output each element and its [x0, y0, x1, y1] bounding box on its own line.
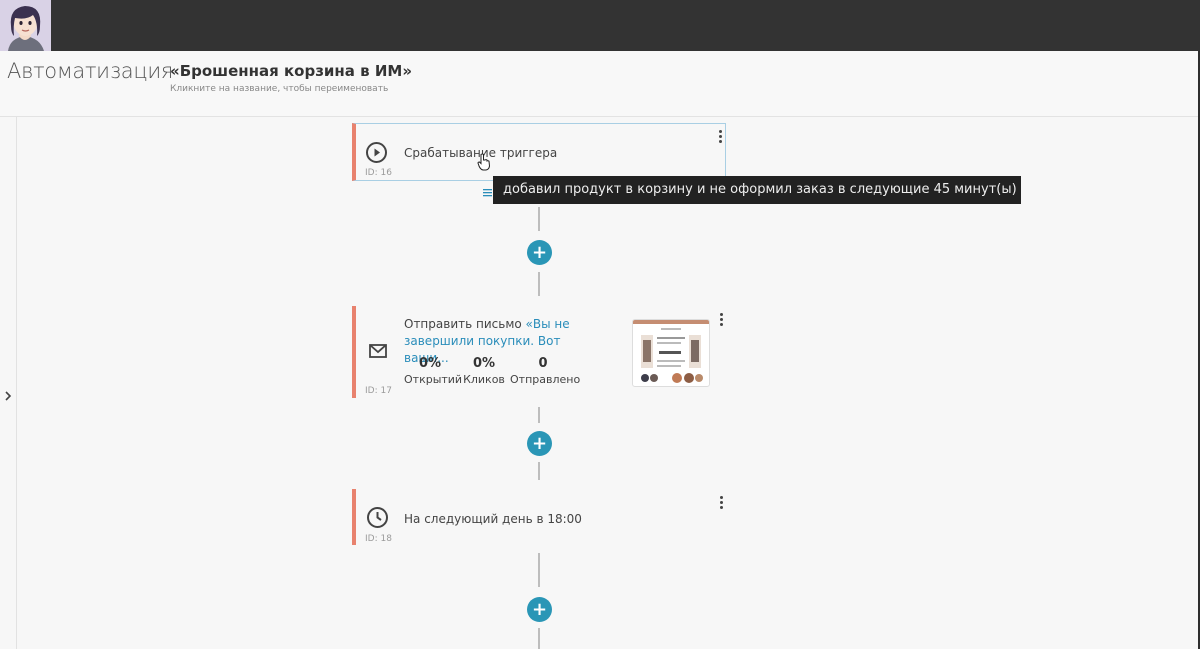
list-lines-icon[interactable] — [483, 188, 493, 198]
chevron-right-icon[interactable] — [3, 389, 13, 403]
email-step-id: ID: 17 — [365, 386, 392, 396]
delay-step-card[interactable]: На следующий день в 18:00 ID: 18 — [352, 489, 726, 545]
stat-opens: 0% Открытий — [404, 356, 463, 386]
stat-label: Отправлено — [510, 373, 581, 386]
page-header: Автоматизация «Брошенная корзина в ИМ» К… — [0, 51, 1200, 117]
add-step-button[interactable]: + — [527, 597, 552, 622]
user-avatar[interactable] — [0, 0, 51, 51]
email-action-label: Отправить письмо — [404, 317, 522, 331]
add-step-button[interactable]: + — [527, 431, 552, 456]
clock-icon — [367, 507, 388, 528]
stat-clicks: 0% Кликов — [462, 356, 506, 386]
trigger-step-card[interactable]: Срабатывание триггера ID: 16 — [352, 123, 726, 181]
play-circle-icon — [366, 142, 387, 163]
stat-value: 0 — [538, 356, 548, 371]
kebab-menu-icon[interactable] — [718, 496, 724, 510]
delay-step-id: ID: 18 — [365, 534, 392, 544]
delay-step-label: На следующий день в 18:00 — [404, 512, 582, 526]
connector-line — [538, 407, 540, 423]
section-title: Автоматизация — [7, 59, 173, 83]
flow-name-title[interactable]: «Брошенная корзина в ИМ» — [170, 62, 412, 80]
stat-value: 0% — [472, 356, 496, 371]
stat-sent: 0 Отправлено — [510, 356, 581, 386]
kebab-menu-icon[interactable] — [717, 130, 723, 144]
email-preview-thumbnail[interactable] — [632, 319, 710, 387]
kebab-menu-icon[interactable] — [718, 313, 724, 327]
connector-line — [538, 462, 540, 480]
left-collapse-rail[interactable] — [0, 117, 17, 649]
connector-line — [538, 628, 540, 649]
stat-label: Открытий — [404, 373, 463, 386]
email-preview-image — [633, 320, 709, 383]
trigger-condition-tooltip: добавил продукт в корзину и не оформил з… — [493, 176, 1021, 204]
avatar-illustration — [0, 0, 51, 51]
connector-line — [538, 553, 540, 587]
hand-cursor-icon — [477, 153, 491, 171]
connector-line — [538, 207, 540, 231]
envelope-icon — [369, 344, 387, 358]
flow-rename-hint: Кликните на название, чтобы переименоват… — [170, 84, 389, 94]
stat-value: 0% — [418, 356, 442, 371]
trigger-step-id: ID: 16 — [365, 168, 392, 178]
stat-label: Кликов — [463, 373, 505, 386]
top-bar — [0, 0, 1200, 52]
connector-line — [538, 272, 540, 296]
add-step-button[interactable]: + — [527, 240, 552, 265]
